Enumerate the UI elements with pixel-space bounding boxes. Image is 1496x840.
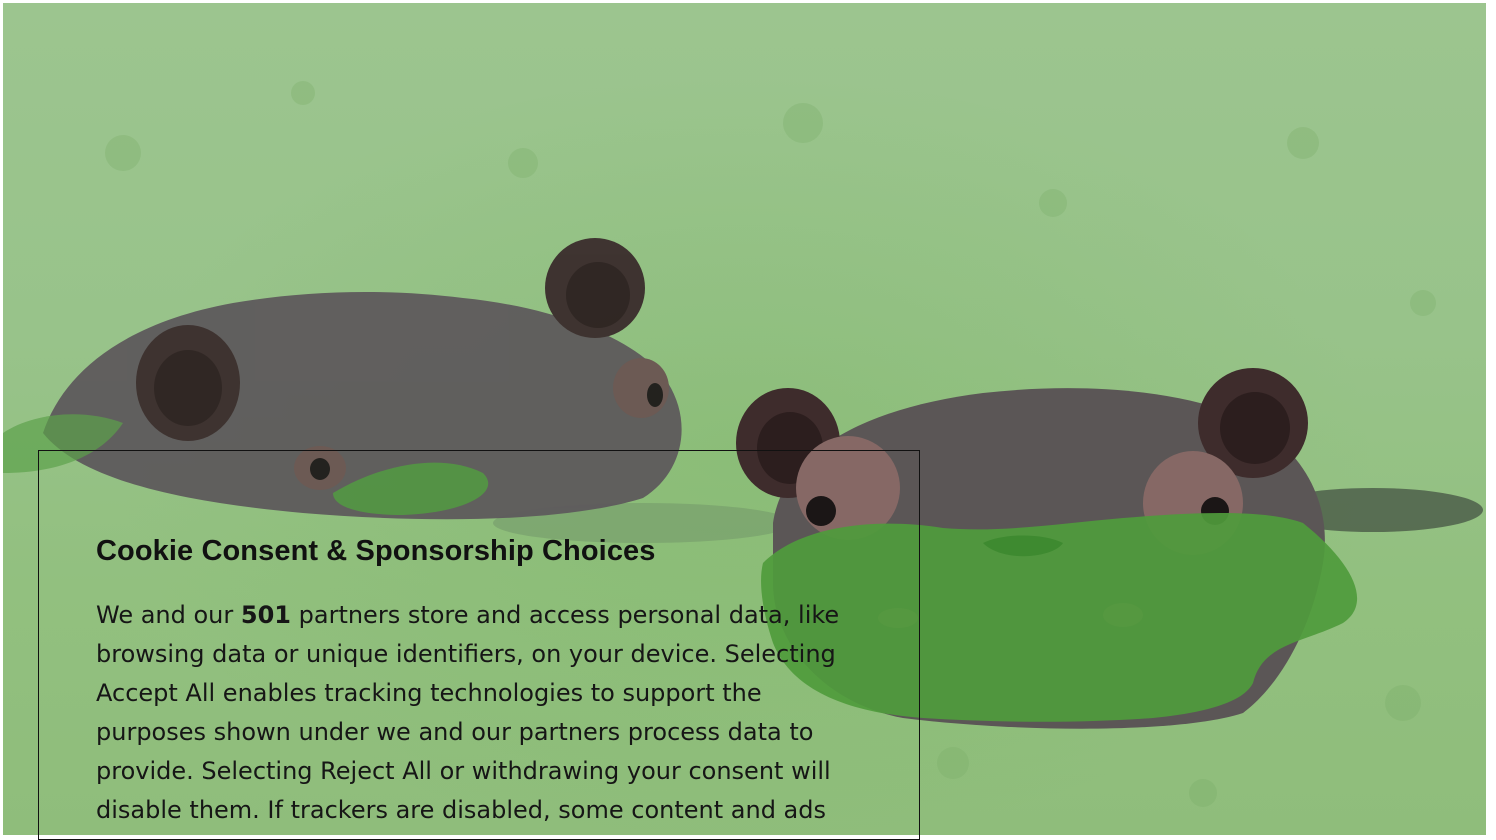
- dialog-body-text: We and our 501 partners store and access…: [96, 596, 856, 830]
- cookie-consent-dialog: Cookie Consent & Sponsorship Choices We …: [38, 450, 920, 840]
- dialog-title: Cookie Consent & Sponsorship Choices: [96, 535, 656, 567]
- body-prefix: We and our: [96, 601, 241, 629]
- body-suffix: partners store and access personal data,…: [96, 601, 840, 824]
- partner-count: 501: [240, 601, 291, 629]
